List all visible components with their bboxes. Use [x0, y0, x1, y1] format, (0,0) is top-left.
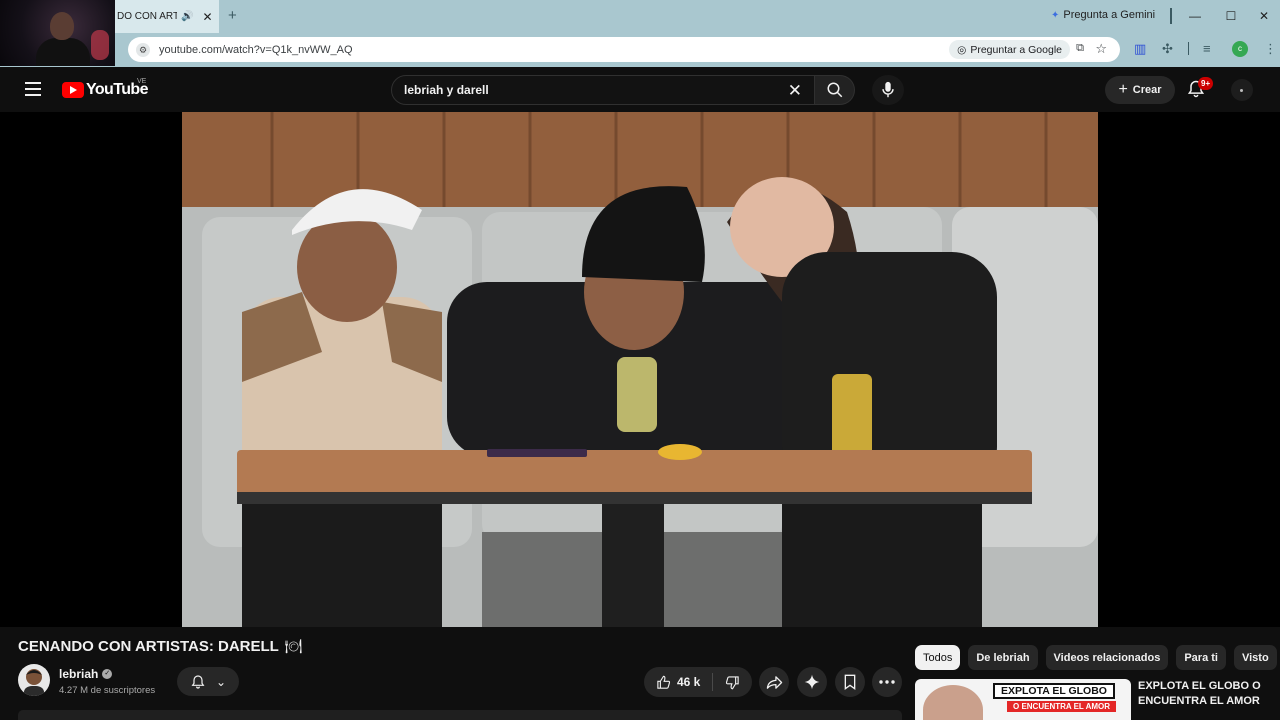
subscriber-count: 4.27 M de suscriptores: [59, 685, 156, 696]
channel-name-row: lebriah ✓: [59, 667, 113, 681]
related-video-thumbnail[interactable]: EXPLOTA EL GLOBO O ENCUENTRA EL AMOR: [915, 679, 1131, 720]
chip-videos-relacionados[interactable]: Videos relacionados: [1045, 645, 1169, 670]
minimize-window-button[interactable]: —: [1177, 0, 1213, 32]
search-query[interactable]: lebriah y darell: [404, 83, 489, 97]
lens-icon: ◎: [957, 43, 967, 56]
gemini-label: Pregunta a Gemini: [1063, 9, 1156, 21]
share-button[interactable]: [759, 667, 789, 697]
ask-google-button[interactable]: ◎ Preguntar a Google: [949, 40, 1070, 59]
ask-gemini-button[interactable]: ✦ Pregunta a Gemini: [1051, 9, 1155, 21]
speaker-icon[interactable]: 🔊: [181, 11, 193, 22]
extensions-puzzle-icon[interactable]: ✣: [1162, 41, 1173, 57]
like-count: 46 k: [677, 675, 701, 689]
divider: [1170, 8, 1172, 24]
youtube-header: YouTube VE lebriah y darell ✕ + Crear 9+: [0, 67, 1280, 112]
notification-count-badge: 9+: [1198, 77, 1214, 90]
clear-icon[interactable]: ✕: [788, 81, 802, 101]
plus-icon: +: [1118, 81, 1128, 98]
address-bar[interactable]: ⚙ youtube.com/watch?v=Q1k_nvWW_AQ ◎ Preg…: [128, 37, 1120, 62]
maximize-window-button[interactable]: ☐: [1213, 0, 1249, 32]
profile-avatar[interactable]: c: [1232, 41, 1248, 57]
description-box[interactable]: [18, 710, 902, 720]
tab-close-icon[interactable]: ✕: [202, 10, 212, 24]
install-app-icon[interactable]: ⧉: [1076, 42, 1084, 55]
create-button[interactable]: + Crear: [1105, 76, 1175, 104]
divider: [1188, 42, 1189, 55]
like-icon: [657, 675, 671, 689]
related-chips: Todos De lebriah Videos relacionados Par…: [915, 645, 1277, 670]
browser-menu-icon[interactable]: ⋮: [1264, 41, 1277, 57]
create-label: Crear: [1132, 84, 1162, 96]
subscribed-notifications-button[interactable]: ⌄: [177, 667, 239, 696]
like-button[interactable]: 46 k: [644, 667, 712, 697]
new-tab-icon[interactable]: +: [228, 8, 244, 24]
chip-para-ti[interactable]: Para ti: [1176, 645, 1226, 670]
more-icon: [879, 680, 895, 684]
chip-visto[interactable]: Visto: [1233, 645, 1277, 670]
bookmark-star-icon[interactable]: ☆: [1095, 41, 1107, 57]
video-still-image: [182, 112, 1098, 627]
video-title-row: CENANDO CON ARTISTAS: DARELL 🍽: [18, 638, 303, 655]
site-info-icon[interactable]: ⚙: [136, 42, 150, 57]
gemini-icon: ✦: [1051, 9, 1060, 21]
video-frame[interactable]: [182, 112, 1098, 627]
share-icon: [766, 675, 782, 689]
youtube-logo-icon: [62, 82, 84, 98]
thumbnail-subtext: O ENCUENTRA EL AMOR: [1007, 701, 1117, 712]
search-icon: [827, 82, 842, 98]
video-title: CENANDO CON ARTISTAS: DARELL: [18, 638, 279, 655]
search-input[interactable]: lebriah y darell ✕: [391, 75, 815, 105]
video-player[interactable]: [0, 112, 1280, 627]
plate-icon: 🍽: [284, 638, 303, 654]
channel-avatar[interactable]: [18, 664, 50, 696]
browser-chrome: DO CON ARTI 🔊 ✕ + ✦ Pregunta a Gemini — …: [0, 0, 1280, 67]
country-code: VE: [137, 78, 147, 85]
bookmark-icon: [844, 674, 856, 690]
thumbnail-person: [923, 685, 983, 720]
menu-icon[interactable]: [25, 82, 41, 96]
chip-de-lebriah[interactable]: De lebriah: [968, 645, 1038, 670]
related-video-title[interactable]: EXPLOTA EL GLOBO O ENCUENTRA EL AMOR: [1138, 679, 1268, 709]
chevron-down-icon: ⌄: [215, 674, 227, 689]
dislike-button[interactable]: [713, 667, 752, 697]
ask-google-label: Preguntar a Google: [970, 43, 1062, 56]
sparkle-icon: [804, 674, 820, 690]
thumbnail-text: EXPLOTA EL GLOBO: [993, 683, 1115, 699]
close-window-button[interactable]: ✕: [1246, 0, 1280, 32]
save-button[interactable]: [835, 667, 865, 697]
bell-ring-icon: [191, 674, 205, 689]
dislike-icon: [725, 675, 739, 689]
voice-search-button[interactable]: [872, 75, 904, 105]
media-queue-icon[interactable]: ≡: [1203, 41, 1211, 56]
chip-todos[interactable]: Todos: [915, 645, 961, 670]
browser-tab[interactable]: DO CON ARTI 🔊 ✕: [115, 0, 219, 33]
search-button[interactable]: [815, 75, 855, 105]
webcam-overlay: [0, 0, 115, 66]
url-text[interactable]: youtube.com/watch?v=Q1k_nvWW_AQ: [159, 44, 353, 56]
channel-name[interactable]: lebriah: [59, 667, 98, 681]
mic-icon: [882, 81, 894, 98]
tab-title: DO CON ARTI: [117, 11, 177, 22]
like-dislike-group: 46 k: [644, 667, 752, 697]
ask-ai-button[interactable]: [797, 667, 827, 697]
account-avatar[interactable]: [1231, 79, 1253, 101]
extension-icon[interactable]: ▥: [1134, 41, 1146, 57]
more-actions-button[interactable]: [872, 667, 902, 697]
verified-icon: ✓: [102, 669, 113, 679]
youtube-logo[interactable]: YouTube: [62, 81, 148, 99]
